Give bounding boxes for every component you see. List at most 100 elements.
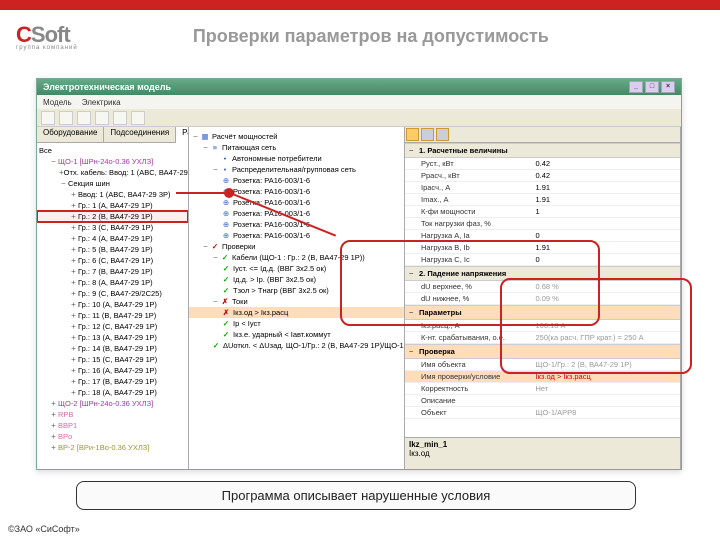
menu-electrics[interactable]: Электрика [82, 98, 121, 107]
prop-val[interactable]: 0 [532, 254, 681, 265]
left-tree[interactable]: Все −ЩО-1 [ШРн-24о-0.36 УХЛЗ] +Отх. кабе… [37, 143, 188, 455]
tree-node[interactable]: Iд.д. > Iр. (ВВГ 3х2.5 ок) [233, 274, 316, 285]
section-header[interactable]: Проверка [419, 346, 455, 357]
menu-model[interactable]: Модель [43, 98, 72, 107]
tree-node[interactable]: Гр.: 16 (A, ВА47-29 1P) [78, 365, 157, 376]
toolbar [37, 109, 681, 127]
tool-button[interactable] [131, 111, 145, 125]
props-button[interactable] [421, 128, 434, 141]
tree-node[interactable]: Расчёт мощностей [212, 131, 277, 142]
tree-node[interactable]: Отх. кабель: Ввод: 1 (ABC, ВА47-29 3P) [64, 167, 188, 178]
tree-node[interactable]: Гр.: 15 (C, ВА47-29 1P) [78, 354, 157, 365]
tree-node-selected[interactable]: Iкз.од > Iкз.расц [233, 307, 288, 318]
section-header[interactable]: 2. Падение напряжения [419, 268, 506, 279]
prop-val: Нет [532, 383, 681, 394]
min-button[interactable]: _ [629, 81, 643, 93]
tree-node[interactable]: Гр.: 4 (A, ВА47-29 1P) [78, 233, 153, 244]
prop-val[interactable]: 0.42 [532, 170, 681, 181]
tree-node[interactable]: Iр < Iуст [233, 318, 261, 329]
tree-node[interactable]: Гр.: 5 (B, ВА47-29 1P) [78, 244, 153, 255]
tree-node[interactable]: Распределительная/групповая сеть [232, 164, 356, 175]
ok-icon: ✓ [211, 342, 221, 350]
tree-node[interactable]: Гр.: 14 (B, ВА47-29 1P) [78, 343, 157, 354]
tree-node[interactable]: Проверки [222, 241, 255, 252]
ok-icon: ✓ [221, 331, 231, 339]
tab-connections[interactable]: Подсоединения [104, 127, 176, 142]
mid-tree[interactable]: −▦Расчёт мощностей −≡Питающая сеть •Авто… [189, 127, 404, 353]
tree-node[interactable]: Ввод: 1 (ABC, ВА47-29 3P) [78, 189, 171, 200]
tree-node[interactable]: Iкз.е. ударный < Iавт.коммут [233, 329, 331, 340]
tree-node[interactable]: Гр.: 17 (B, ВА47-29 1P) [78, 376, 157, 387]
prop-val: ЩО-1/АРР8 [532, 407, 681, 418]
prop-val[interactable]: 1.91 [532, 182, 681, 193]
right-pane: −1. Расчетные величины Руст., кВт0.42 Рр… [405, 127, 681, 469]
tree-node[interactable]: Tзол > Tнагр (ВВГ 3х2.5 ок) [233, 285, 329, 296]
max-button[interactable]: □ [645, 81, 659, 93]
prop-val[interactable]: 0.42 [532, 158, 681, 169]
section-header[interactable]: 1. Расчетные величины [419, 145, 508, 156]
ok-icon: ✓ [220, 254, 230, 262]
tree-node[interactable]: Гр.: 7 (B, ВА47-29 1P) [78, 266, 153, 277]
prop-key: Корректность [405, 383, 532, 394]
tree-node[interactable]: Питающая сеть [222, 142, 276, 153]
tree-node[interactable]: Кабели (ЩО-1 : Гр.: 2 (B, ВА47-29 1P)) [232, 252, 365, 263]
tree-node[interactable]: Гр.: 10 (A, ВА47-29 1P) [78, 299, 157, 310]
tree-node[interactable]: Гр.: 8 (A, ВА47-29 1P) [78, 277, 153, 288]
tree-node[interactable]: Гр.: 9 (C, ВА47-29/2C25) [78, 288, 162, 299]
page-title: Проверки параметров на допустимость [78, 26, 664, 47]
tree-node[interactable]: Розетка: РА16-003/1-6 [233, 186, 310, 197]
fail-icon: ✗ [220, 298, 230, 306]
tree-node[interactable]: ВР-2 [ВРи-1Во-0.36 УХЛЗ] [58, 442, 149, 453]
close-button[interactable]: × [661, 81, 675, 93]
tree-node[interactable]: Гр.: 12 (C, ВА47-29 1P) [78, 321, 157, 332]
tree-node[interactable]: Автономные потребители [232, 153, 322, 164]
tree-node[interactable]: BPo [58, 431, 72, 442]
props-button[interactable] [436, 128, 449, 141]
tree-node[interactable]: Гр.: 13 (A, ВА47-29 1P) [78, 332, 157, 343]
tree-node[interactable]: ЩО-1 [ШРн-24о-0.36 УХЛЗ] [58, 156, 153, 167]
tree-node[interactable]: Розетка: РА16-003/1-6 [233, 230, 310, 241]
calc-icon: ▦ [200, 133, 210, 141]
ok-icon: ✓ [221, 320, 231, 328]
section-header[interactable]: Параметры [419, 307, 462, 318]
menubar: Модель Электрика [37, 95, 681, 109]
tool-button[interactable] [95, 111, 109, 125]
prop-key: Ток нагрузки фаз, % [405, 218, 532, 229]
left-pane: Оборудование Подсоединения Расчеты Все −… [37, 127, 189, 469]
window-titlebar[interactable]: Электротехническая модель _ □ × [37, 79, 681, 95]
tree-node[interactable]: ЩО-2 [ШРн-24о-0.36 УХЛЗ] [58, 398, 153, 409]
prop-val[interactable]: 1 [532, 206, 681, 217]
tree-node-selected[interactable]: Гр.: 2 (B, ВА47-29 1P) [78, 211, 153, 222]
tree-node[interactable]: Гр.: 6 (C, ВА47-29 1P) [78, 255, 153, 266]
prop-val[interactable]: Iкз.од > Iкз.расц [532, 371, 681, 382]
props-grid[interactable]: −1. Расчетные величины Руст., кВт0.42 Рр… [405, 143, 680, 437]
tool-button[interactable] [77, 111, 91, 125]
tab-calcs[interactable]: Расчеты [176, 127, 189, 143]
prop-key: Имя объекта [405, 359, 532, 370]
prop-key: Iкз.расц., А [405, 320, 532, 331]
tree-node[interactable]: Гр.: 18 (A, ВА47-29 1P) [78, 387, 157, 398]
prop-key: dU нижнее, % [405, 293, 532, 304]
tree-node[interactable]: Гр.: 3 (C, ВА47-29 1P) [78, 222, 153, 233]
tree-node[interactable]: Iуст. <= Iд.д. (ВВГ 3х2.5 ок) [233, 263, 326, 274]
socket-icon: ⊕ [221, 177, 231, 185]
tree-node[interactable]: RPB [58, 409, 73, 420]
tree-node[interactable]: ΔUоткл. < ΔUзад. ЩО-1/Гр.: 2 (B, ВА47-29… [223, 340, 404, 351]
tree-node[interactable]: Розетка: РА16-003/1-6 [233, 175, 310, 186]
tree-node[interactable]: Гр.: 11 (B, ВА47-29 1P) [78, 310, 156, 321]
prop-val[interactable]: 0 [532, 230, 681, 241]
tool-button[interactable] [59, 111, 73, 125]
prop-val[interactable]: 1.91 [532, 242, 681, 253]
tool-button[interactable] [113, 111, 127, 125]
left-tabs: Оборудование Подсоединения Расчеты [37, 127, 188, 143]
tree-node[interactable]: Секция шин [68, 178, 110, 189]
props-toolbar [405, 127, 680, 143]
prop-val[interactable]: 1.91 [532, 194, 681, 205]
tab-equipment[interactable]: Оборудование [37, 127, 104, 142]
props-button[interactable] [406, 128, 419, 141]
tree-node[interactable]: Гр.: 1 (A, ВА47-29 1P) [78, 200, 153, 211]
tree-node[interactable]: BBP1 [58, 420, 77, 431]
prop-val: ЩО-1/Гр.: 2 (B, ВА47-29 1P) [532, 359, 681, 370]
tool-button[interactable] [41, 111, 55, 125]
tree-node[interactable]: Токи [232, 296, 248, 307]
